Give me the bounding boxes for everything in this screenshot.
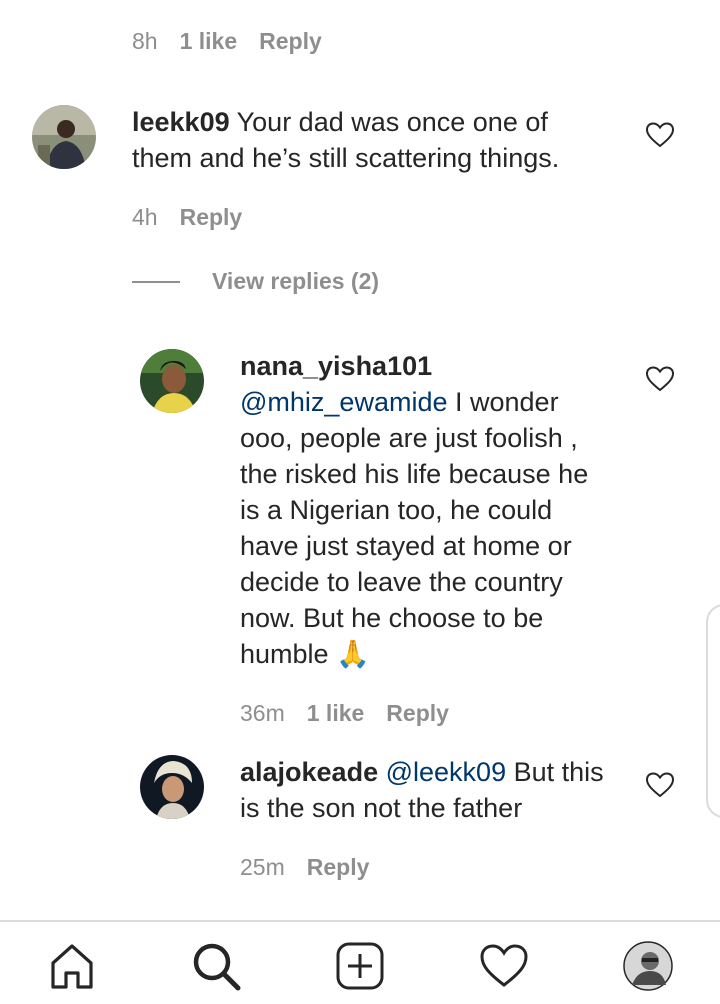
- nav-activity-button[interactable]: [476, 938, 532, 994]
- comment-meta-previous: 8h 1 like Reply: [132, 28, 322, 55]
- view-replies-label: View replies (2): [212, 268, 380, 294]
- comment-body-line-1: Your dad was once one of: [236, 107, 548, 137]
- like-heart-icon[interactable]: [646, 366, 674, 392]
- reply-mention[interactable]: @leekk09: [386, 757, 506, 787]
- reply-body-line: is the son not the father: [240, 793, 523, 823]
- avatar-alajokeade[interactable]: [140, 755, 204, 819]
- profile-avatar: [623, 941, 673, 991]
- reply-button[interactable]: Reply: [259, 28, 322, 55]
- comment-username[interactable]: leekk09: [132, 107, 230, 137]
- reply-meta: 36m 1 like Reply: [240, 700, 449, 727]
- avatar-leekk09[interactable]: [32, 105, 96, 169]
- reply-username[interactable]: alajokeade: [240, 757, 378, 787]
- reply-body-line: But this: [513, 757, 604, 787]
- comment-body-line-2: them and he’s still scattering things.: [132, 143, 560, 173]
- reply-button[interactable]: Reply: [386, 700, 449, 727]
- reply-body-line: the risked his life because he: [240, 459, 589, 489]
- avatar-nana-yisha101[interactable]: [140, 349, 204, 413]
- like-heart-icon[interactable]: [646, 122, 674, 148]
- reply-text: alajokeade @leekk09 But this is the son …: [240, 754, 640, 826]
- nav-new-post-button[interactable]: [332, 938, 388, 994]
- reply-meta: 25m Reply: [240, 854, 369, 881]
- comment-text: leekk09 Your dad was once one of them an…: [132, 104, 632, 176]
- reply-button[interactable]: Reply: [307, 854, 370, 881]
- activity-heart-icon: [480, 944, 528, 987]
- reply-body-line: now. But he choose to be: [240, 603, 544, 633]
- reply-body-line: is a Nigerian too, he could: [240, 495, 553, 525]
- reply-body-line: ooo, people are just foolish ,: [240, 423, 578, 453]
- reply-likes[interactable]: 1 like: [307, 700, 365, 727]
- new-post-icon: [336, 942, 384, 990]
- reply-text: nana_yisha101 @mhiz_ewamide I wonder ooo…: [240, 348, 640, 672]
- bottom-nav-bar: [0, 920, 720, 1004]
- reply-body-line: decide to leave the country: [240, 567, 563, 597]
- nav-profile-button[interactable]: [620, 938, 676, 994]
- home-icon: [51, 944, 93, 989]
- reply-username[interactable]: nana_yisha101: [240, 351, 432, 381]
- comment-likes[interactable]: 1 like: [180, 28, 238, 55]
- reply-time: 25m: [240, 854, 285, 880]
- comment-time: 4h: [132, 204, 158, 230]
- reply-body-line: have just stayed at home or: [240, 531, 572, 561]
- nav-search-button[interactable]: [188, 938, 244, 994]
- like-heart-icon[interactable]: [646, 772, 674, 798]
- reply-mention[interactable]: @mhiz_ewamide: [240, 387, 447, 417]
- side-panel-handle[interactable]: [706, 604, 720, 818]
- comment-meta: 4h Reply: [132, 204, 242, 231]
- comment-time: 8h: [132, 28, 158, 54]
- reply-button[interactable]: Reply: [180, 204, 243, 231]
- reply-body-line: I wonder: [455, 387, 559, 417]
- view-replies-divider: [132, 280, 180, 283]
- view-replies-button[interactable]: View replies (2): [132, 268, 379, 295]
- nav-home-button[interactable]: [44, 938, 100, 994]
- reply-body-line: humble 🙏: [240, 639, 370, 669]
- search-icon: [193, 943, 241, 991]
- reply-time: 36m: [240, 700, 285, 726]
